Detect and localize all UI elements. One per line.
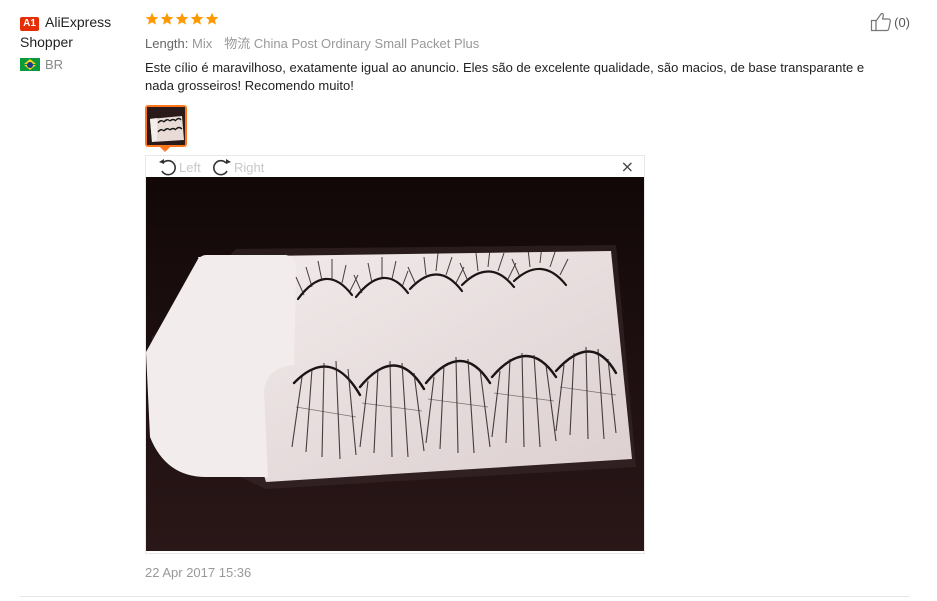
helpful-button[interactable]: (0) xyxy=(870,12,910,32)
close-viewer-button[interactable]: × xyxy=(621,159,634,175)
length-value: Mix xyxy=(192,36,213,51)
review-text: Este cílio é maravilhoso, exatamente igu… xyxy=(145,60,865,93)
star-icon xyxy=(205,12,219,25)
review-meta: Length: Mix 物流 China Post Ordinary Small … xyxy=(145,35,910,53)
country-code: BR xyxy=(45,57,64,72)
star-rating xyxy=(145,12,910,29)
star-icon xyxy=(145,12,159,25)
rotate-right-label: Right xyxy=(234,159,265,175)
logistics-label: 物流 xyxy=(224,36,251,51)
rotate-right-icon xyxy=(213,159,231,176)
review-image-thumbnail[interactable] xyxy=(145,105,187,147)
length-label: Length: xyxy=(145,36,189,51)
rotate-right-button[interactable]: Right xyxy=(212,157,264,177)
image-viewer: Left Right × xyxy=(145,155,645,554)
thumbnail-pointer xyxy=(159,146,171,152)
thumbnail-image xyxy=(147,107,185,145)
star-icon xyxy=(190,12,204,25)
reviewer-name-line: A1 AliExpress Shopper xyxy=(20,12,130,52)
rotate-left-button[interactable]: Left xyxy=(157,157,201,177)
reviewer-info: A1 AliExpress Shopper BR xyxy=(20,12,130,73)
review-photo xyxy=(146,177,644,551)
review-content: Length: Mix 物流 China Post Ordinary Small … xyxy=(145,12,910,95)
review-date: 22 Apr 2017 15:36 xyxy=(145,565,252,580)
star-icon xyxy=(175,12,189,25)
viewer-toolbar: Left Right × xyxy=(146,156,644,177)
rotate-left-icon xyxy=(159,159,176,176)
reviewer-country: BR xyxy=(20,57,130,73)
thumbs-up-icon xyxy=(871,12,892,32)
brazil-flag-icon xyxy=(20,58,40,71)
star-icon xyxy=(160,12,174,25)
rotate-left-label: Left xyxy=(179,159,201,175)
review-divider xyxy=(20,596,910,597)
level-badge: A1 xyxy=(20,17,39,31)
helpful-count: (0) xyxy=(894,14,910,30)
logistics-value: China Post Ordinary Small Packet Plus xyxy=(253,36,480,51)
